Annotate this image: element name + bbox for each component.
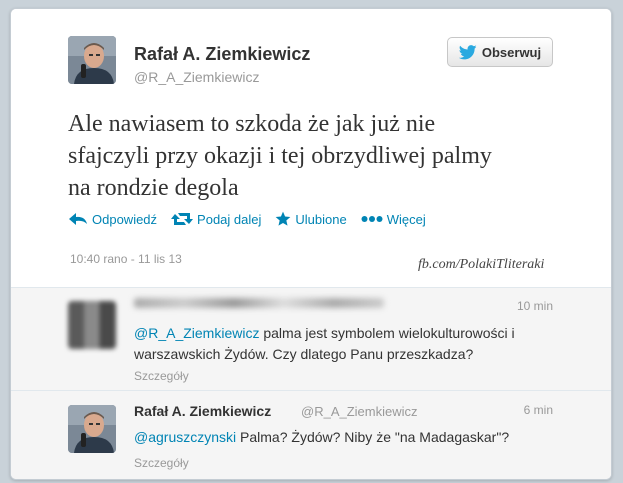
favorite-label: Ulubione (295, 211, 347, 227)
reply-author-handle[interactable]: @R_A_Ziemkiewicz (301, 404, 418, 419)
reply-text-line: warszawskich Żydów. Czy dlatego Panu prz… (134, 346, 474, 362)
reply-action[interactable]: Odpowiedź (68, 212, 157, 227)
avatar-photo-icon (68, 405, 116, 453)
avatar-photo-icon (68, 36, 116, 84)
reply-text: @R_A_Ziemkiewicz palma jest symbolem wie… (134, 323, 564, 365)
star-icon (276, 211, 291, 226)
blurred-username (134, 298, 384, 308)
reply-item[interactable]: Rafał A. Ziemkiewicz @R_A_Ziemkiewicz 6 … (11, 390, 611, 479)
reply-text-rest: Palma? Żydów? Niby że "na Madagaskar"? (236, 429, 510, 445)
retweet-action[interactable]: Podaj dalej (171, 212, 261, 227)
tweet-text-line: sfajczyli przy okazji i tej obrzydliwej … (68, 143, 492, 169)
blurred-avatar[interactable] (68, 301, 116, 349)
dots-icon (361, 216, 383, 222)
retweet-label: Podaj dalej (197, 211, 262, 227)
watermark: fb.com/PolakiTliteraki (418, 257, 545, 272)
tweet-card: Rafał A. Ziemkiewicz @R_A_Ziemkiewicz Ob… (10, 8, 612, 480)
tweet-timestamp[interactable]: 10:40 rano - 11 lis 13 (70, 252, 182, 266)
author-avatar[interactable] (68, 36, 116, 84)
tweet-text-line: Ale nawiasem to szkoda że jak już nie (68, 111, 436, 137)
more-label: Więcej (386, 211, 426, 227)
follow-button[interactable]: Obserwuj (447, 37, 553, 67)
tweet-text-line: na rondzie degola (68, 175, 239, 201)
mention-link[interactable]: @R_A_Ziemkiewicz (134, 325, 259, 341)
author-avatar[interactable] (68, 405, 116, 453)
author-handle[interactable]: @R_A_Ziemkiewicz (134, 69, 259, 85)
main-tweet: Rafał A. Ziemkiewicz @R_A_Ziemkiewicz Ob… (11, 9, 611, 287)
reply-author-name[interactable]: Rafał A. Ziemkiewicz (134, 403, 271, 419)
reply-label: Odpowiedź (92, 211, 158, 227)
reply-arrow-icon (69, 213, 87, 225)
follow-label: Obserwuj (481, 44, 542, 60)
details-link[interactable]: Szczegóły (134, 456, 189, 470)
tweet-text: Ale nawiasem to szkoda że jak już nie sf… (68, 108, 548, 204)
more-action[interactable]: Więcej (361, 212, 426, 227)
reply-text: @agruszczynski Palma? Żydów? Niby że "na… (134, 427, 564, 448)
mention-link[interactable]: @agruszczynski (134, 429, 236, 445)
details-link[interactable]: Szczegóły (134, 369, 189, 383)
tweet-actions: Odpowiedź Podaj dalej Ulubione Więcej (68, 211, 440, 227)
reply-item[interactable]: 10 min @R_A_Ziemkiewicz palma jest symbo… (11, 287, 611, 390)
retweet-icon (171, 213, 194, 225)
favorite-action[interactable]: Ulubione (275, 211, 347, 227)
reply-time[interactable]: 6 min (524, 403, 553, 417)
reply-time[interactable]: 10 min (517, 299, 553, 313)
twitter-bird-icon (458, 44, 477, 59)
author-name[interactable]: Rafał A. Ziemkiewicz (134, 44, 310, 65)
reply-text-rest: palma jest symbolem wielokulturowości i (259, 325, 515, 341)
